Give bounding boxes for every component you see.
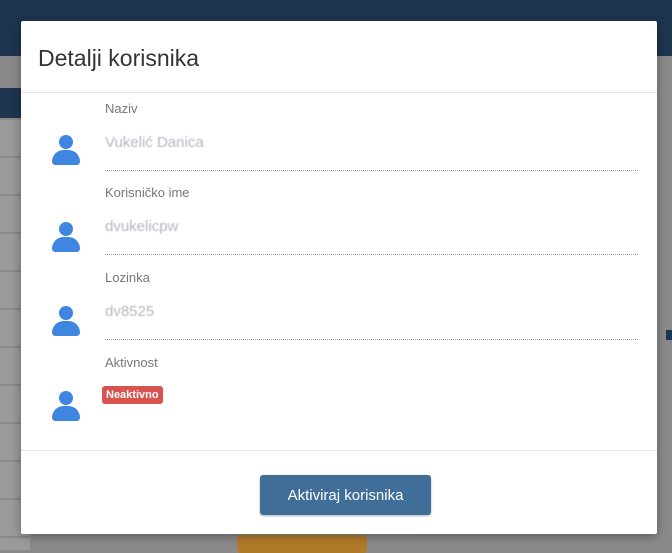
field-name: Naziv Vukelić Danica (21, 97, 657, 181)
field-password: Lozinka dv8525 (21, 266, 657, 350)
user-icon (51, 222, 81, 252)
activate-user-button[interactable]: Aktiviraj korisnika (260, 475, 431, 515)
user-icon (51, 391, 81, 421)
field-password-value: dv8525 (105, 303, 155, 320)
field-divider (105, 254, 638, 255)
background-edge (666, 330, 672, 340)
user-icon (51, 135, 81, 165)
background-button (237, 535, 367, 553)
field-activity-label: Aktivnost (105, 355, 158, 370)
modal-footer: Aktiviraj korisnika (21, 450, 657, 534)
field-username-label: Korisničko ime (105, 185, 190, 200)
field-name-label: Naziv (105, 101, 138, 116)
modal-header: Detalji korisnika (21, 21, 657, 93)
field-username-value: dvukelicpw (105, 218, 179, 235)
status-badge: Neaktivno (102, 386, 163, 404)
field-name-value: Vukelić Danica (105, 134, 204, 151)
user-icon (51, 306, 81, 336)
field-divider (105, 170, 638, 171)
field-activity: Aktivnost Neaktivno (21, 351, 657, 435)
field-username: Korisničko ime dvukelicpw (21, 181, 657, 265)
field-divider (105, 339, 638, 340)
user-details-modal: Detalji korisnika Naziv Vukelić Danica K… (21, 21, 657, 534)
modal-title: Detalji korisnika (38, 45, 200, 71)
field-password-label: Lozinka (105, 270, 150, 285)
